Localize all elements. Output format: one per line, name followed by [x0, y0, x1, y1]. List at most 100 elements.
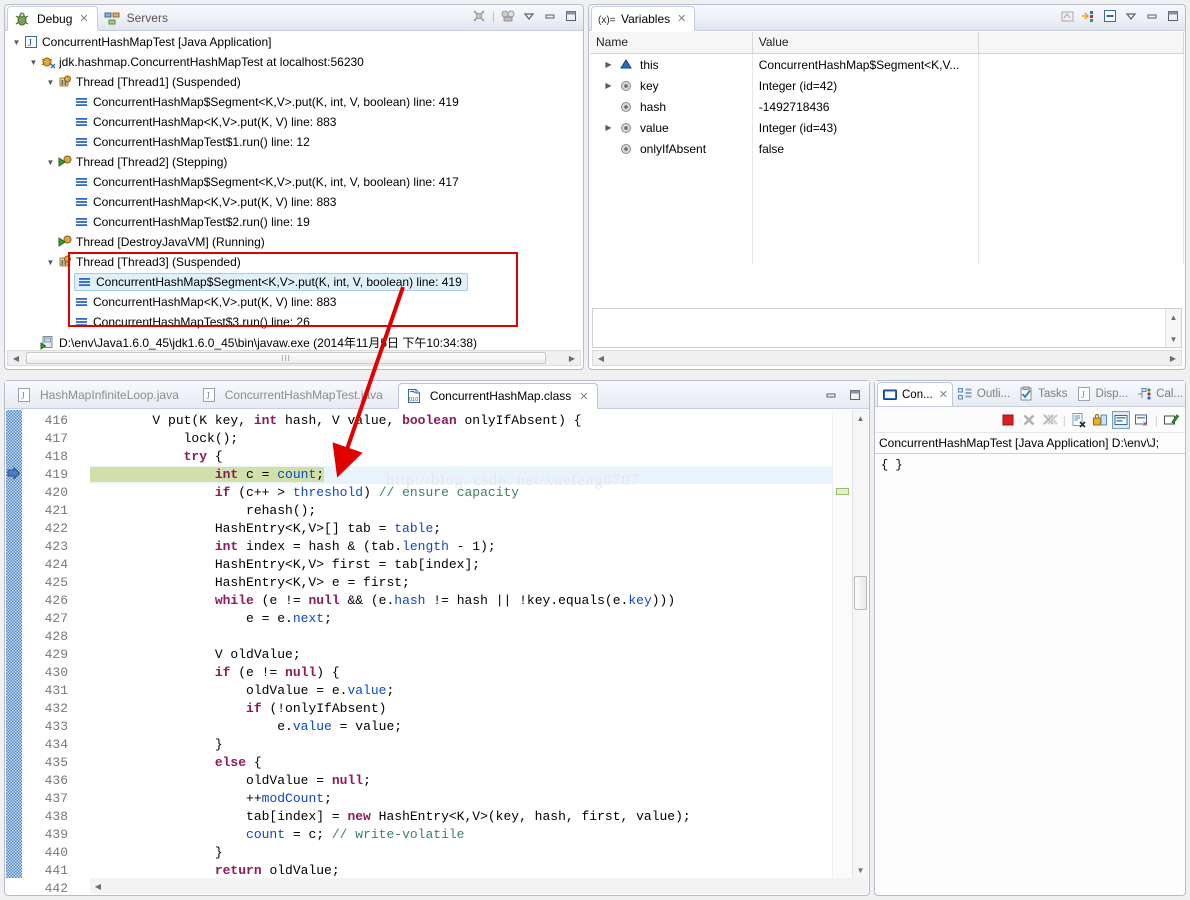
variable-name-cell[interactable]: ▶ value — [590, 117, 753, 138]
debug-tree-row[interactable]: ▼ Thread [Thread3] (Suspended) — [6, 252, 582, 272]
code-line[interactable]: V oldValue; — [90, 646, 832, 664]
tree-twisty-expanded-icon[interactable]: ▼ — [44, 258, 57, 267]
variable-value-cell[interactable]: ConcurrentHashMap$Segment<K,V... — [753, 54, 980, 75]
code-line[interactable]: if (e != null) { — [90, 664, 832, 682]
debug-tree-item[interactable]: Thread [DestroyJavaVM] (Running) — [57, 234, 265, 250]
debug-tree-item[interactable]: D:\env\Java1.6.0_45\jdk1.6.0_45\bin\java… — [40, 334, 477, 351]
open-console-icon[interactable] — [1163, 412, 1180, 428]
code-line[interactable]: HashEntry<K,V> e = first; — [90, 574, 832, 592]
scroll-left-arrow[interactable]: ◀ — [8, 354, 24, 363]
variables-detail-pane[interactable]: ▲ ▼ — [592, 308, 1182, 348]
code-line[interactable]: count = c; // write-volatile — [90, 826, 832, 844]
vars-hscroll-track[interactable] — [609, 351, 1165, 365]
debug-tree-row[interactable]: ▼ jdk.hashmap.ConcurrentHashMapTest at lo… — [6, 52, 582, 72]
tab-variables[interactable]: (x)= Variables ✕ — [591, 6, 696, 31]
debug-tree-item[interactable]: ConcurrentHashMap<K,V>.put(K, V) line: 8… — [74, 114, 336, 130]
code-line[interactable] — [90, 628, 832, 646]
debug-tree-item[interactable]: J ConcurrentHashMapTest [Java Application… — [23, 34, 271, 50]
editor-tab[interactable]: 010 ConcurrentHashMap.class ✕ — [397, 383, 599, 409]
debug-tree-item[interactable]: Thread [Thread3] (Suspended) — [57, 254, 241, 270]
column-header-value[interactable]: Value — [753, 32, 980, 53]
debug-tree-row[interactable]: ▼ Thread [Thread1] (Suspended) — [6, 72, 582, 92]
variable-value-cell[interactable]: Integer (id=42) — [753, 75, 980, 96]
variable-name-cell[interactable]: ▶ this — [590, 54, 753, 75]
code-text[interactable]: V put(K key, int hash, V value, boolean … — [90, 410, 832, 878]
detail-vscroll-track[interactable] — [1166, 325, 1182, 331]
code-editor[interactable]: 416 417 418 419 420 421 422 423 424 425 426 427 428 4… — [6, 410, 868, 894]
maximize-icon[interactable] — [1165, 8, 1181, 24]
debug-tree-item[interactable]: ConcurrentHashMapTest$3.run() line: 26 — [74, 314, 310, 330]
variable-value-cell[interactable]: false — [753, 138, 980, 159]
debug-tree-row[interactable]: Thread [DestroyJavaVM] (Running) — [6, 232, 582, 252]
variable-name-cell[interactable]: ▶ key — [590, 75, 753, 96]
debug-hscrollbar[interactable]: ◀ III ▶ — [7, 350, 581, 366]
clear-console-icon[interactable] — [1071, 412, 1087, 428]
scroll-down-arrow[interactable]: ▼ — [857, 862, 865, 878]
code-line[interactable]: HashEntry<K,V>[] tab = table; — [90, 520, 832, 538]
variable-value-cell[interactable]: Integer (id=43) — [753, 117, 980, 138]
variable-name-cell[interactable]: onlyIfAbsent — [590, 138, 753, 159]
console-tab[interactable]: Con... ✕ — [877, 382, 953, 406]
terminate-icon[interactable] — [1000, 412, 1016, 428]
code-line[interactable]: oldValue = null; — [90, 772, 832, 790]
editor-vscrollbar[interactable]: ▲ ▼ — [852, 410, 868, 878]
annotation-ruler[interactable] — [6, 410, 22, 878]
editor-vscroll-track[interactable] — [853, 426, 869, 862]
code-line[interactable]: while (e != null && (e.hash != hash || !… — [90, 592, 832, 610]
hscroll-thumb[interactable]: III — [26, 352, 546, 364]
code-line[interactable]: else { — [90, 754, 832, 772]
tab-debug[interactable]: Debug ✕ — [7, 6, 98, 31]
column-header-extra[interactable] — [979, 32, 1184, 53]
code-line[interactable]: if (c++ > threshold) // ensure capacity — [90, 484, 832, 502]
view-menu-icon[interactable] — [521, 8, 537, 24]
tree-twisty-expanded-icon[interactable]: ▼ — [10, 38, 23, 47]
debug-tree-item[interactable]: jdk.hashmap.ConcurrentHashMapTest at loc… — [40, 54, 364, 70]
code-line[interactable]: ++modCount; — [90, 790, 832, 808]
code-line[interactable]: if (!onlyIfAbsent) — [90, 700, 832, 718]
code-line[interactable]: e.value = value; — [90, 718, 832, 736]
minimize-icon[interactable] — [823, 387, 839, 403]
code-line[interactable]: oldValue = e.value; — [90, 682, 832, 700]
debug-tree-row[interactable]: ConcurrentHashMap$Segment<K,V>.put(K, in… — [6, 92, 582, 112]
minimize-icon[interactable] — [542, 8, 558, 24]
show-logical-structure-icon[interactable] — [1060, 8, 1076, 24]
variables-row[interactable]: onlyIfAbsent false — [590, 138, 1184, 159]
code-line[interactable]: e = e.next; — [90, 610, 832, 628]
code-line[interactable]: return oldValue; — [90, 862, 832, 878]
scroll-up-arrow[interactable]: ▲ — [1170, 309, 1178, 325]
scroll-lock-icon[interactable] — [1092, 412, 1108, 428]
debug-tree-item[interactable]: ConcurrentHashMapTest$2.run() line: 19 — [74, 214, 310, 230]
debug-tree-item[interactable]: ConcurrentHashMap<K,V>.put(K, V) line: 8… — [74, 294, 336, 310]
debug-tree-row[interactable]: D:\env\Java1.6.0_45\jdk1.6.0_45\bin\java… — [6, 332, 582, 352]
debug-tree-row[interactable]: ConcurrentHashMap<K,V>.put(K, V) line: 8… — [6, 292, 582, 312]
overview-ruler[interactable] — [832, 410, 852, 878]
variable-value-cell[interactable]: -1492718436 — [753, 96, 980, 117]
debug-tree-row[interactable]: ConcurrentHashMapTest$2.run() line: 19 — [6, 212, 582, 232]
editor-hscrollbar[interactable]: ◀ — [90, 878, 868, 894]
editor-vscroll-thumb[interactable] — [853, 576, 867, 610]
variables-hscrollbar[interactable]: ◀ ▶ — [592, 350, 1182, 366]
console-tab[interactable]: J Disp... — [1072, 381, 1133, 406]
debug-tree-item[interactable]: ConcurrentHashMap$Segment<K,V>.put(K, in… — [74, 94, 459, 110]
minimize-icon[interactable] — [1144, 8, 1160, 24]
scroll-right-arrow[interactable]: ▶ — [564, 354, 580, 363]
code-line[interactable]: rehash(); — [90, 502, 832, 520]
debug-tree-row[interactable]: ConcurrentHashMap<K,V>.put(K, V) line: 8… — [6, 112, 582, 132]
remove-launch-icon[interactable] — [1021, 412, 1037, 428]
console-output[interactable]: { } — [875, 454, 1185, 476]
scroll-left-arrow[interactable]: ◀ — [593, 354, 609, 363]
debug-tree-item[interactable]: ConcurrentHashMap<K,V>.put(K, V) line: 8… — [74, 194, 336, 210]
debug-tree-item[interactable]: ConcurrentHashMapTest$1.run() line: 12 — [74, 134, 310, 150]
scroll-down-arrow[interactable]: ▼ — [1170, 331, 1178, 347]
view-menu-icon[interactable] — [1123, 8, 1139, 24]
debug-tree-item[interactable]: Thread [Thread2] (Stepping) — [57, 154, 227, 170]
debug-tree-row-selected[interactable]: ConcurrentHashMap$Segment<K,V>.put(K, in… — [6, 272, 582, 292]
scroll-left-arrow[interactable]: ◀ — [90, 882, 106, 891]
close-icon[interactable]: ✕ — [939, 388, 948, 401]
variables-row[interactable]: hash -1492718436 — [590, 96, 1184, 117]
debug-tree-row[interactable]: ConcurrentHashMapTest$1.run() line: 12 — [6, 132, 582, 152]
tree-twisty-collapsed-icon[interactable]: ▶ — [602, 123, 615, 132]
variables-row[interactable]: ▶ key Integer (id=42) — [590, 75, 1184, 96]
console-tab[interactable]: Outli... — [953, 381, 1014, 406]
debug-tree-row[interactable]: ConcurrentHashMap$Segment<K,V>.put(K, in… — [6, 172, 582, 192]
